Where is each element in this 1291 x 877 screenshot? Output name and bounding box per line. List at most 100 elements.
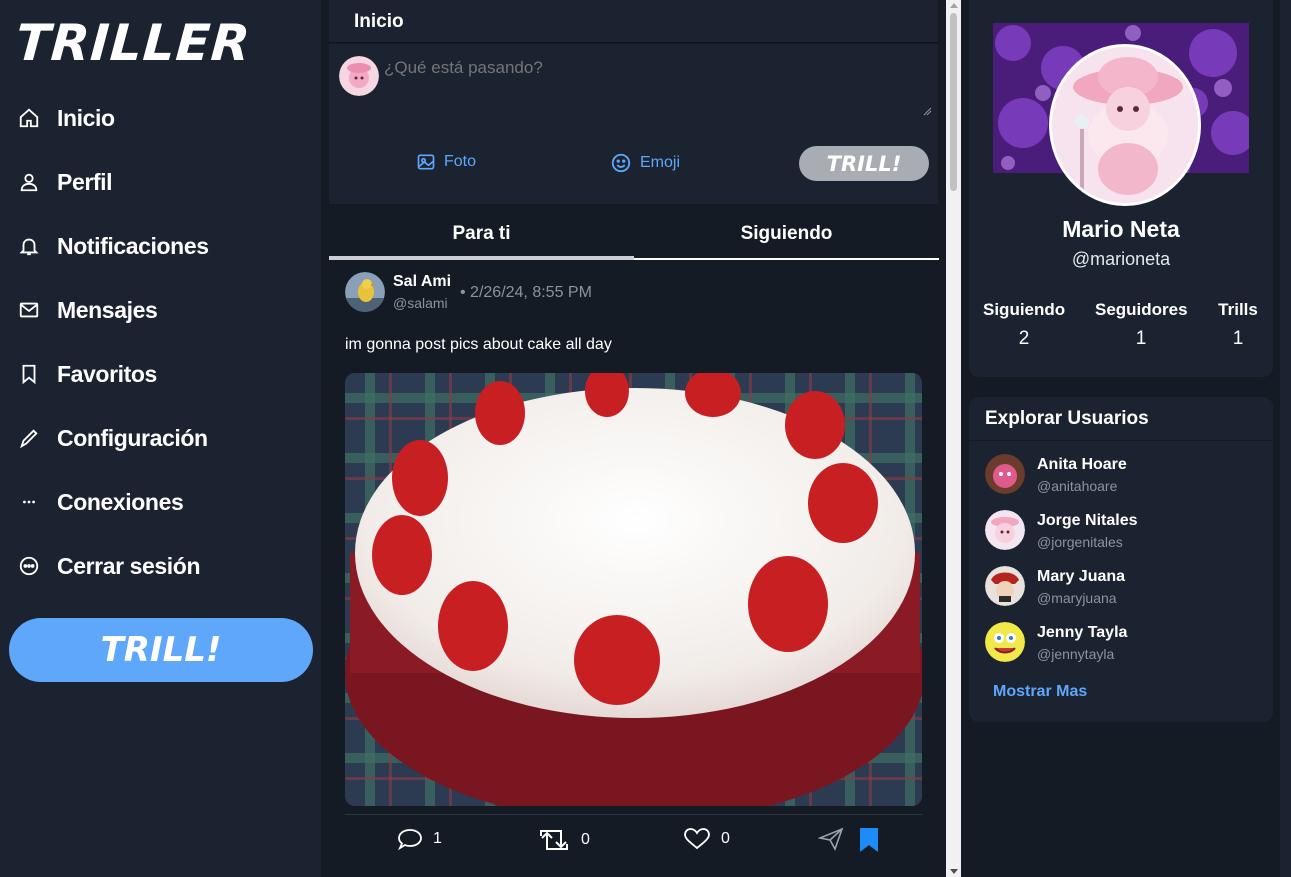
nav-item-mensajes[interactable]: Mensajes <box>0 278 321 342</box>
heart-icon <box>683 827 711 851</box>
nav-item-conexiones[interactable]: Conexiones <box>0 470 321 534</box>
home-icon <box>18 107 40 129</box>
nav-item-configuracion[interactable]: Configuración <box>0 406 321 470</box>
stat-label: Trills <box>1218 300 1258 319</box>
submit-trill-button[interactable]: TRILL! <box>799 146 929 181</box>
send-icon <box>818 827 844 851</box>
post-author-handle[interactable]: @salami <box>393 295 448 311</box>
avatar <box>985 510 1025 550</box>
share-button[interactable] <box>818 827 844 851</box>
scroll-down-arrow-icon[interactable] <box>950 869 958 874</box>
explore-users-panel: Explorar Usuarios Anita Hoare @anitahoar… <box>969 397 1273 722</box>
app-logo[interactable]: TRILLER <box>14 14 253 72</box>
stat-label: Seguidores <box>1095 300 1188 319</box>
avatar <box>339 56 379 96</box>
profile-name: Mario Neta <box>1062 216 1180 242</box>
emoji-button[interactable]: Emoji <box>610 152 680 174</box>
avatar <box>985 454 1025 494</box>
tab-siguiendo[interactable]: Siguiendo <box>634 212 939 260</box>
logout-circle-icon <box>18 555 40 577</box>
comment-button[interactable]: 1 <box>397 827 442 851</box>
right-edge <box>1280 0 1291 877</box>
scroll-up-arrow-icon[interactable] <box>950 3 958 8</box>
photo-label: Foto <box>444 153 477 170</box>
comment-count: 1 <box>433 830 442 847</box>
nav-item-label: Inicio <box>57 104 115 131</box>
retrill-button[interactable]: 0 <box>537 827 590 853</box>
mail-icon <box>18 299 40 321</box>
left-sidebar: TRILLER Inicio Perfil Notificaciones Men… <box>0 0 321 877</box>
right-column: Mario Neta @marioneta Siguiendo 2 Seguid… <box>961 0 1291 877</box>
feed-scrollbar[interactable] <box>946 0 961 877</box>
user-name: Jorge Nitales <box>1037 512 1138 529</box>
post-text: im gonna post pics about cake all day <box>345 336 612 353</box>
composer: Foto Emoji TRILL! <box>329 44 938 204</box>
like-count: 0 <box>721 830 730 847</box>
stat-value: 1 <box>1232 328 1244 349</box>
bookmark-button[interactable] <box>859 827 879 853</box>
divider <box>969 440 1273 441</box>
nav-item-label: Favoritos <box>57 360 157 387</box>
photo-button[interactable]: Foto <box>416 152 476 172</box>
retrill-count: 0 <box>581 831 590 848</box>
nav-item-perfil[interactable]: Perfil <box>0 150 321 214</box>
stat-trills[interactable]: Trills 1 <box>1215 300 1261 350</box>
show-more-link[interactable]: Mostrar Mas <box>993 683 1087 701</box>
list-item[interactable]: Jorge Nitales @jorgenitales <box>985 510 1265 554</box>
feed-tabs: Para ti Siguiendo <box>329 212 939 260</box>
profile-avatar[interactable] <box>1049 44 1201 206</box>
feed-column: Inicio Foto Emoji TRILL! Para <box>321 0 946 877</box>
main-nav: Inicio Perfil Notificaciones Mensajes Fa… <box>0 86 321 598</box>
like-button[interactable]: 0 <box>683 827 730 851</box>
stat-seguidores[interactable]: Seguidores 1 <box>1095 300 1188 350</box>
nav-item-cerrar-sesion[interactable]: Cerrar sesión <box>0 534 321 598</box>
avatar <box>985 622 1025 662</box>
nav-item-label: Notificaciones <box>57 232 209 259</box>
user-name: Mary Juana <box>1037 568 1126 585</box>
image-icon <box>416 152 436 172</box>
nav-item-favoritos[interactable]: Favoritos <box>0 342 321 406</box>
page-title: Inicio <box>354 11 404 32</box>
emoji-label: Emoji <box>640 154 681 171</box>
user-name: Jenny Tayla <box>1037 624 1128 641</box>
post-timestamp: • 2/26/24, 8:55 PM <box>460 284 592 301</box>
stat-siguiendo[interactable]: Siguiendo 2 <box>983 300 1065 350</box>
stat-value: 1 <box>1135 328 1147 349</box>
post-card: Sal Ami @salami • 2/26/24, 8:55 PM im go… <box>329 262 938 877</box>
nav-item-label: Perfil <box>57 168 113 195</box>
compose-input[interactable] <box>384 58 929 118</box>
emoji-icon <box>610 152 632 174</box>
nav-item-notificaciones[interactable]: Notificaciones <box>0 214 321 278</box>
nav-item-label: Cerrar sesión <box>57 552 201 579</box>
user-handle: @jorgenitales <box>1037 534 1123 550</box>
profile-handle: @marioneta <box>1071 249 1171 269</box>
avatar <box>985 566 1025 606</box>
list-item[interactable]: Anita Hoare @anitahoare <box>985 454 1265 498</box>
resize-grip-icon[interactable] <box>922 106 932 116</box>
user-handle: @anitahoare <box>1037 478 1118 494</box>
user-handle: @maryjuana <box>1037 590 1117 606</box>
list-item[interactable]: Mary Juana @maryjuana <box>985 566 1265 610</box>
comment-icon <box>397 827 423 851</box>
nav-item-inicio[interactable]: Inicio <box>0 86 321 150</box>
stat-value: 2 <box>1018 328 1030 349</box>
user-name: Anita Hoare <box>1037 456 1127 473</box>
avatar[interactable] <box>345 272 385 312</box>
bell-icon <box>18 235 40 257</box>
tab-para-ti[interactable]: Para ti <box>329 212 634 260</box>
post-actions: 1 0 0 <box>345 814 922 864</box>
trill-button[interactable]: TRILL! <box>9 618 313 682</box>
post-author-name[interactable]: Sal Ami <box>393 273 451 291</box>
pen-icon <box>18 427 40 449</box>
retrill-icon <box>537 827 571 853</box>
user-icon <box>18 171 40 193</box>
stat-label: Siguiendo <box>983 300 1066 319</box>
profile-card: Mario Neta @marioneta Siguiendo 2 Seguid… <box>969 0 1273 377</box>
post-image[interactable] <box>345 373 922 806</box>
nav-item-label: Configuración <box>57 424 208 451</box>
bookmark-icon <box>18 363 40 385</box>
scroll-thumb[interactable] <box>950 13 957 191</box>
explore-title: Explorar Usuarios <box>985 408 1149 429</box>
list-item[interactable]: Jenny Tayla @jennytayla <box>985 622 1265 666</box>
feed-header: Inicio <box>329 0 938 43</box>
